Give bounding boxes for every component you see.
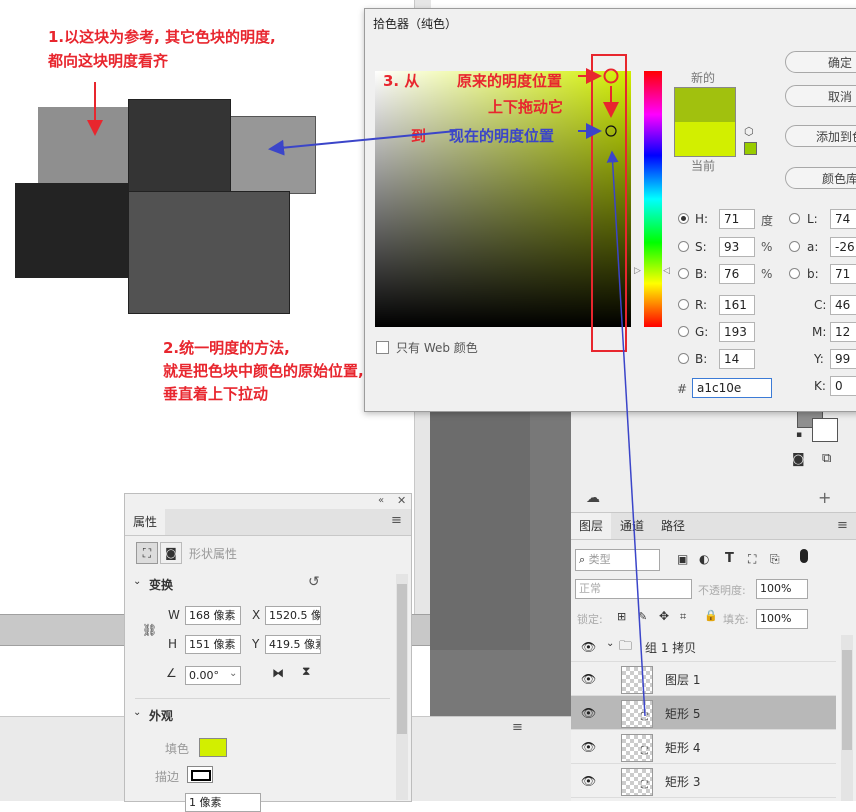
original-brightness-marker xyxy=(603,68,619,84)
arrow-to-right-gray xyxy=(268,130,457,156)
current-brightness-marker xyxy=(605,125,617,137)
arrow-layer-link xyxy=(606,150,646,717)
annotation-overlay xyxy=(87,54,646,717)
